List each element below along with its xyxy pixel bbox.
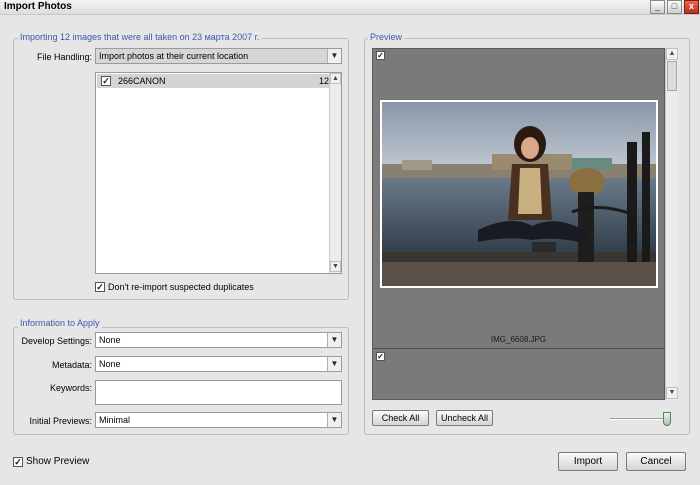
close-button[interactable]: x — [684, 0, 699, 14]
thumbnail-grid: ✓ IMG_6608.JPG ✓ — [372, 48, 665, 400]
preview-scrollbar[interactable]: ▲ ▼ — [665, 48, 678, 400]
folder-count: 12 — [319, 76, 330, 86]
photo-thumbnail[interactable] — [380, 100, 658, 288]
folder-row[interactable]: ✓ 266CANON 12 — [97, 74, 329, 88]
uncheck-all-button[interactable]: Uncheck All — [436, 410, 493, 426]
scroll-up-icon[interactable]: ▲ — [330, 73, 341, 84]
develop-settings-value: None — [99, 335, 121, 345]
check-all-button[interactable]: Check All — [372, 410, 429, 426]
slider-track — [610, 418, 670, 420]
file-handling-select[interactable]: Import photos at their current location … — [95, 48, 342, 64]
preview-group-legend: Preview — [368, 32, 405, 42]
scroll-thumb[interactable] — [667, 61, 677, 91]
title-bar: Import Photos _ □ x — [0, 0, 700, 15]
scroll-down-icon[interactable]: ▼ — [330, 261, 341, 272]
file-handling-label: File Handling: — [36, 52, 92, 62]
keywords-label: Keywords: — [49, 383, 92, 393]
window-title: Import Photos — [4, 1, 72, 12]
duplicates-label: Don't re-import suspected duplicates — [108, 282, 254, 292]
show-preview-checkbox[interactable]: ✓ — [13, 457, 23, 467]
show-preview-label: Show Preview — [26, 456, 90, 467]
duplicates-checkbox[interactable]: ✓ — [95, 282, 105, 292]
chevron-down-icon[interactable]: ▼ — [327, 333, 341, 347]
initial-previews-value: Minimal — [99, 415, 131, 425]
folder-list-scrollbar[interactable]: ▲ ▼ — [329, 73, 341, 273]
thumbnail-size-slider[interactable] — [610, 412, 672, 427]
develop-settings-label: Develop Settings: — [21, 336, 92, 346]
scroll-down-icon[interactable]: ▼ — [666, 387, 678, 399]
minimize-button[interactable]: _ — [650, 0, 665, 14]
photo-image — [382, 102, 656, 286]
metadata-select[interactable]: None ▼ — [95, 356, 342, 372]
scroll-up-icon[interactable]: ▲ — [666, 48, 678, 60]
info-group-legend: Information to Apply — [18, 318, 102, 328]
thumbnail-checkbox[interactable]: ✓ — [376, 352, 385, 361]
chevron-down-icon[interactable]: ▼ — [327, 357, 341, 371]
slider-handle[interactable] — [663, 412, 671, 426]
import-group-legend: Importing 12 images that were all taken … — [18, 32, 262, 42]
chevron-down-icon[interactable]: ▼ — [327, 49, 341, 63]
import-button[interactable]: Import — [558, 452, 618, 471]
thumbnail-filename: IMG_6608.JPG — [490, 335, 547, 344]
chevron-down-icon[interactable]: ▼ — [327, 413, 341, 427]
folder-name: 266CANON — [118, 76, 166, 86]
maximize-button[interactable]: □ — [667, 0, 682, 14]
initial-previews-label: Initial Previews: — [29, 416, 92, 426]
metadata-label: Metadata: — [51, 360, 92, 370]
develop-settings-select[interactable]: None ▼ — [95, 332, 342, 348]
initial-previews-select[interactable]: Minimal ▼ — [95, 412, 342, 428]
file-handling-value: Import photos at their current location — [99, 51, 249, 61]
folder-list: ✓ 266CANON 12 ▲ ▼ — [95, 72, 342, 274]
metadata-value: None — [99, 359, 121, 369]
thumbnail-checkbox[interactable]: ✓ — [376, 51, 385, 60]
thumbnail-cell[interactable]: ✓ — [373, 350, 664, 399]
cancel-button[interactable]: Cancel — [626, 452, 686, 471]
thumbnail-cell[interactable]: ✓ — [373, 49, 664, 349]
folder-checkbox[interactable]: ✓ — [101, 76, 111, 86]
keywords-input[interactable] — [95, 380, 342, 405]
